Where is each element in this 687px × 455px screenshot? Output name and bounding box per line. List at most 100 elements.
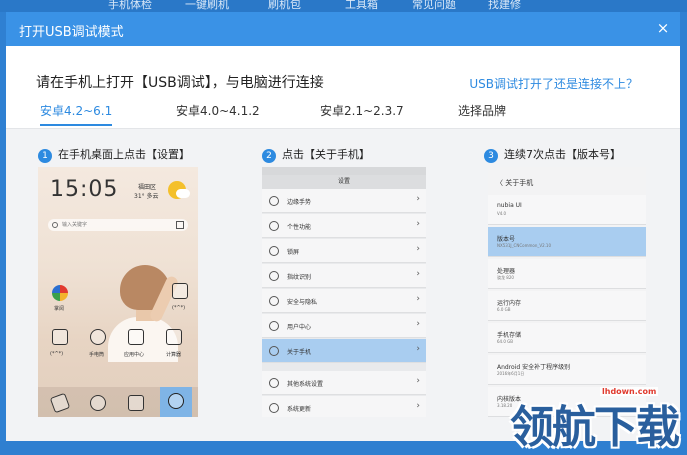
step-text: 点击【关于手机】: [282, 148, 370, 161]
update-icon: [269, 403, 279, 413]
dialog-title: 打开USB调试模式: [19, 25, 124, 40]
settings-row: 用户中心 ›: [262, 314, 426, 338]
nav-item[interactable]: 常见问题: [412, 0, 456, 12]
user-icon: [269, 321, 279, 331]
settings-row: 系统更新 ›: [262, 396, 426, 417]
chevron-right-icon: ›: [416, 219, 420, 229]
app-label: (*^*): [50, 351, 64, 357]
fingerprint-icon: [269, 271, 279, 281]
settings-row-label: 关于手机: [287, 349, 312, 356]
info-label: 手机存储: [497, 332, 522, 339]
info-label: nubia UI: [497, 202, 522, 209]
info-label: 运行内存: [497, 300, 522, 307]
settings-row: 个性功能 ›: [262, 214, 426, 238]
app-label: 应用中心: [124, 352, 145, 358]
info-value: 64.0 GB: [497, 339, 514, 344]
help-link[interactable]: USB调试打开了还是连接不上？: [469, 75, 638, 92]
chevron-right-icon: ›: [416, 319, 420, 329]
chevron-right-icon: ›: [416, 244, 420, 254]
step-2: 2 点击【关于手机】: [262, 146, 370, 163]
camera-icon: [128, 395, 144, 411]
step-text: 在手机桌面上点击【设置】: [58, 148, 190, 161]
app-center-icon: [128, 329, 144, 345]
step-number: 3: [484, 149, 498, 163]
step-number: 2: [262, 149, 276, 163]
about-header: 〈 关于手机: [496, 179, 534, 187]
settings-row: 其他系统设置 ›: [262, 371, 426, 395]
site-watermark: lhdown.com 领航下载: [500, 365, 680, 453]
search-icon: [52, 222, 58, 228]
feature-icon: [269, 221, 279, 231]
weather-city: 福田区: [138, 184, 157, 191]
info-label: 版本号: [497, 236, 516, 243]
settings-row-label: 用户中心: [287, 324, 312, 331]
info-value: V4.0: [497, 211, 507, 216]
flashlight-icon: [90, 329, 106, 345]
app-label: 计算器: [166, 352, 182, 358]
phone-home-screen: 15:05 福田区 31° 多云 输入关键字 掌阅 (*^*) (*^*) 手电…: [38, 167, 198, 417]
gear-icon: [269, 346, 279, 356]
close-icon[interactable]: ×: [654, 18, 672, 38]
info-row: 手机存储 64.0 GB: [488, 323, 646, 353]
info-row-build-number: 版本号 NX531J_CNCommon_V2.10: [488, 227, 646, 257]
info-value: 骁龙 820: [497, 275, 514, 280]
app-label: 掌阅: [54, 306, 65, 312]
settings-row-label: 指纹识别: [287, 274, 312, 281]
info-label: 处理器: [497, 268, 516, 275]
instruction-headline: 请在手机上打开【USB调试】，与电脑进行连接: [36, 75, 324, 91]
gear-icon: [168, 393, 184, 409]
app-label: (*^*): [172, 305, 186, 311]
phone-search-bar: 输入关键字: [48, 219, 188, 231]
tab-android-4-2[interactable]: 安卓4.2~6.1: [40, 102, 113, 126]
shield-icon: [269, 296, 279, 306]
settings-row-label: 个性功能: [287, 224, 312, 231]
phone-settings-screen: 设置 边缘手势 › 个性功能 › 锁屏 › 指纹识别 › 安全与隐私 › 用户中心 › 关于…: [262, 167, 426, 417]
app-label: 手电筒: [89, 352, 105, 358]
message-icon: [90, 395, 106, 411]
search-placeholder: 输入关键字: [62, 222, 88, 228]
android-version-tabs: 安卓4.2~6.1 安卓4.0~4.1.2 安卓2.1~2.3.7 选择品牌: [6, 102, 680, 128]
calculator-icon: [166, 329, 182, 345]
settings-row-about-phone: 关于手机 ›: [262, 339, 426, 363]
edge-gesture-icon: [269, 196, 279, 206]
chevron-right-icon: ›: [416, 269, 420, 279]
nav-item[interactable]: 工具箱: [345, 0, 378, 12]
settings-row-label: 系统更新: [287, 406, 312, 413]
settings-row-label: 其他系统设置: [287, 381, 324, 388]
nav-item[interactable]: 刷机包: [268, 0, 301, 12]
info-value: NX531J_CNCommon_V2.10: [497, 243, 551, 248]
chevron-right-icon: ›: [416, 194, 420, 204]
nav-item[interactable]: 找建修: [488, 0, 521, 12]
background-right-edge: [680, 12, 687, 441]
settings-row-label: 边缘手势: [287, 199, 312, 206]
app-reader-icon: [52, 285, 68, 301]
lock-icon: [269, 246, 279, 256]
info-row: 处理器 骁龙 820: [488, 259, 646, 289]
step-3: 3 连续7次点击【版本号】: [484, 146, 621, 163]
chevron-right-icon: ›: [416, 376, 420, 386]
info-row: 运行内存 6.0 GB: [488, 291, 646, 321]
qr-scan-icon: [176, 221, 184, 229]
settings-row: 指纹识别 ›: [262, 264, 426, 288]
step-number: 1: [38, 149, 52, 163]
nav-item[interactable]: 手机体检: [108, 0, 152, 12]
phone-status-bar: [262, 167, 426, 175]
step-1: 1 在手机桌面上点击【设置】: [38, 146, 190, 163]
tab-android-2-1[interactable]: 安卓2.1~2.3.7: [320, 102, 404, 126]
chevron-right-icon: ›: [416, 294, 420, 304]
step-text: 连续7次点击【版本号】: [504, 148, 621, 161]
nav-item[interactable]: 一键刷机: [185, 0, 229, 12]
settings-row: 边缘手势 ›: [262, 189, 426, 213]
tab-choose-brand[interactable]: 选择品牌: [458, 102, 506, 126]
settings-row: 安全与隐私 ›: [262, 289, 426, 313]
info-row: nubia UI V4.0: [488, 195, 646, 225]
chevron-right-icon: ›: [416, 344, 420, 354]
info-value: 6.0 GB: [497, 307, 511, 312]
app-widget-icon: [172, 283, 188, 299]
settings-row: 锁屏 ›: [262, 239, 426, 263]
weather-cloud-icon: [176, 189, 190, 198]
settings-row-label: 锁屏: [287, 249, 300, 256]
tab-android-4-0[interactable]: 安卓4.0~4.1.2: [176, 102, 260, 126]
dialog-titlebar: 打开USB调试模式 ×: [6, 12, 680, 46]
watermark-text: 领航下载: [510, 402, 680, 453]
